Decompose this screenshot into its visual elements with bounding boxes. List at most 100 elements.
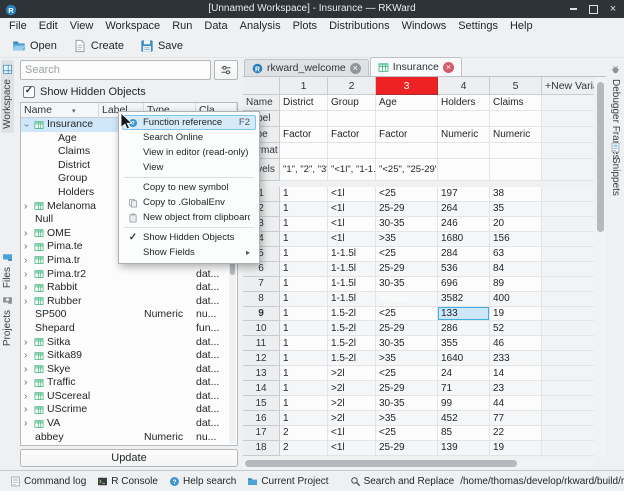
cell-r16-c2[interactable]: >2l bbox=[328, 411, 376, 426]
cell-r8-c1[interactable]: 1 bbox=[280, 292, 328, 307]
cell-r14-c5[interactable]: 23 bbox=[490, 381, 542, 396]
cell-r13-c5[interactable]: 14 bbox=[490, 366, 542, 381]
format-cell-1[interactable] bbox=[280, 143, 328, 159]
cell-r10-c2[interactable]: 1.5-2l bbox=[328, 321, 376, 336]
name-cell-4[interactable]: Holders bbox=[438, 95, 490, 111]
statusbar-r-console-button[interactable]: R Console bbox=[92, 475, 163, 488]
cell-r6-c1[interactable]: 1 bbox=[280, 262, 328, 277]
expand-icon[interactable]: › bbox=[24, 295, 27, 309]
format-cell-4[interactable] bbox=[438, 143, 490, 159]
cell-r6-c5[interactable]: 84 bbox=[490, 262, 542, 277]
context-item-copy-to-globalenv[interactable]: Copy to .GlobalEnv bbox=[122, 195, 256, 210]
cell-r14-c3[interactable]: 25-29 bbox=[376, 381, 438, 396]
levels-cell-2[interactable]: "<1l", "1-1.5l", "1.5-2l", ">2l" bbox=[328, 159, 376, 181]
dock-tab-files[interactable]: Files bbox=[1, 248, 14, 292]
expand-icon[interactable]: › bbox=[24, 403, 27, 417]
cell-r5-c5[interactable]: 63 bbox=[490, 247, 542, 262]
expand-icon[interactable]: › bbox=[24, 200, 27, 214]
row-header-15[interactable]: 15 bbox=[243, 396, 280, 411]
expand-icon[interactable]: › bbox=[24, 349, 27, 363]
menu-view[interactable]: View bbox=[64, 18, 100, 35]
expand-icon[interactable]: › bbox=[24, 336, 27, 350]
menu-data[interactable]: Data bbox=[198, 18, 233, 35]
update-button[interactable]: Update bbox=[20, 449, 238, 467]
type-cell-2[interactable]: Factor bbox=[328, 127, 376, 143]
expand-icon[interactable]: › bbox=[24, 390, 27, 404]
cell-r7-c4[interactable]: 696 bbox=[438, 277, 490, 292]
tree-item-sp500[interactable]: SP500Numericnu... bbox=[21, 308, 237, 322]
cell-r9-c1[interactable]: 1 bbox=[280, 307, 328, 322]
cell-r18-c4[interactable]: 139 bbox=[438, 441, 490, 456]
name-cell-2[interactable]: Group bbox=[328, 95, 376, 111]
cell-r17-c4[interactable]: 85 bbox=[438, 426, 490, 441]
tab-insurance[interactable]: Insurance× bbox=[370, 57, 462, 76]
cell-r2-c1[interactable]: 1 bbox=[280, 202, 328, 217]
cell-r18-c2[interactable]: <1l bbox=[328, 441, 376, 456]
tree-item-shepard[interactable]: Shepardfun... bbox=[21, 322, 237, 336]
new-variable-column-header[interactable]: +New Variable bbox=[542, 77, 594, 95]
cell-r16-c4[interactable]: 452 bbox=[438, 411, 490, 426]
row-header-8[interactable]: 8 bbox=[243, 292, 280, 307]
levels-cell-3[interactable]: "<25", "25-29", "30-35", ">35" bbox=[376, 159, 438, 181]
expand-icon[interactable]: › bbox=[24, 281, 27, 295]
cell-r10-c3[interactable]: 25-29 bbox=[376, 321, 438, 336]
toolbar-save-button[interactable]: Save bbox=[133, 37, 190, 55]
tree-item-pima-tr2[interactable]: ›Pima.tr2dat... bbox=[21, 268, 237, 282]
context-item-function-reference[interactable]: ?Function referenceF2 bbox=[122, 115, 256, 130]
cell-r1-c4[interactable]: 197 bbox=[438, 187, 490, 202]
cell-r1-c1[interactable]: 1 bbox=[280, 187, 328, 202]
cell-r15-c5[interactable]: 44 bbox=[490, 396, 542, 411]
cell-r16-c3[interactable]: >35 bbox=[376, 411, 438, 426]
cell-r11-c3[interactable]: 30-35 bbox=[376, 336, 438, 351]
statusbar-search-and-replace-button[interactable]: Search and Replace bbox=[345, 475, 460, 488]
cell-r2-c5[interactable]: 35 bbox=[490, 202, 542, 217]
filter-options-button[interactable] bbox=[214, 60, 238, 80]
cell-r1-c2[interactable]: <1l bbox=[328, 187, 376, 202]
tree-item-uscrime[interactable]: ›UScrimedat... bbox=[21, 403, 237, 417]
cell-r17-c1[interactable]: 2 bbox=[280, 426, 328, 441]
cell-r6-c2[interactable]: 1-1.5l bbox=[328, 262, 376, 277]
cell-r11-c5[interactable]: 46 bbox=[490, 336, 542, 351]
column-header-2[interactable]: 2 bbox=[328, 77, 376, 95]
type-cell-3[interactable]: Factor bbox=[376, 127, 438, 143]
expand-icon[interactable]: › bbox=[24, 417, 27, 431]
format-cell-5[interactable] bbox=[490, 143, 542, 159]
cell-r7-c2[interactable]: 1-1.5l bbox=[328, 277, 376, 292]
row-header-17[interactable]: 17 bbox=[243, 426, 280, 441]
column-header-5[interactable]: 5 bbox=[490, 77, 542, 95]
tree-item-abbey[interactable]: abbeyNumericnu... bbox=[21, 431, 237, 445]
cell-r11-c4[interactable]: 355 bbox=[438, 336, 490, 351]
label-cell-5[interactable] bbox=[490, 111, 542, 127]
tab-close-icon[interactable]: × bbox=[443, 62, 454, 73]
type-cell-1[interactable]: Factor bbox=[280, 127, 328, 143]
cell-r6-c3[interactable]: 25-29 bbox=[376, 262, 438, 277]
cell-r2-c2[interactable]: <1l bbox=[328, 202, 376, 217]
name-cell-3[interactable]: Age bbox=[376, 95, 438, 111]
tree-column-name[interactable]: Name▾ bbox=[21, 103, 99, 118]
tree-item-va[interactable]: ›VAdat... bbox=[21, 417, 237, 431]
cell-r15-c2[interactable]: >2l bbox=[328, 396, 376, 411]
cell-r9-c2[interactable]: 1.5-2l bbox=[328, 307, 376, 322]
cell-r14-c2[interactable]: >2l bbox=[328, 381, 376, 396]
context-item-search-online[interactable]: Search Online bbox=[122, 130, 256, 145]
cell-r16-c5[interactable]: 77 bbox=[490, 411, 542, 426]
tree-item-sitka89[interactable]: ›Sitka89dat... bbox=[21, 349, 237, 363]
cell-r12-c5[interactable]: 233 bbox=[490, 351, 542, 366]
cell-r16-c1[interactable]: 1 bbox=[280, 411, 328, 426]
cell-r1-c5[interactable]: 38 bbox=[490, 187, 542, 202]
cell-r7-c3[interactable]: 30-35 bbox=[376, 277, 438, 292]
cell-r4-c1[interactable]: 1 bbox=[280, 232, 328, 247]
context-item-new-object-from-clipboard[interactable]: New object from clipboard bbox=[122, 210, 256, 225]
cell-r3-c3[interactable]: 30-35 bbox=[376, 217, 438, 232]
cell-r11-c1[interactable]: 1 bbox=[280, 336, 328, 351]
cell-r2-c3[interactable]: 25-29 bbox=[376, 202, 438, 217]
cell-r14-c1[interactable]: 1 bbox=[280, 381, 328, 396]
maximize-button[interactable] bbox=[587, 3, 599, 15]
cell-r4-c4[interactable]: 1680 bbox=[438, 232, 490, 247]
menu-workspace[interactable]: Workspace bbox=[99, 18, 166, 35]
menu-distributions[interactable]: Distributions bbox=[323, 18, 396, 35]
cell-r7-c1[interactable]: 1 bbox=[280, 277, 328, 292]
tree-item-uscereal[interactable]: ›UScerealdat... bbox=[21, 390, 237, 404]
tree-item-rabbit[interactable]: ›Rabbitdat... bbox=[21, 281, 237, 295]
tree-item-skye[interactable]: ›Skyedat... bbox=[21, 363, 237, 377]
